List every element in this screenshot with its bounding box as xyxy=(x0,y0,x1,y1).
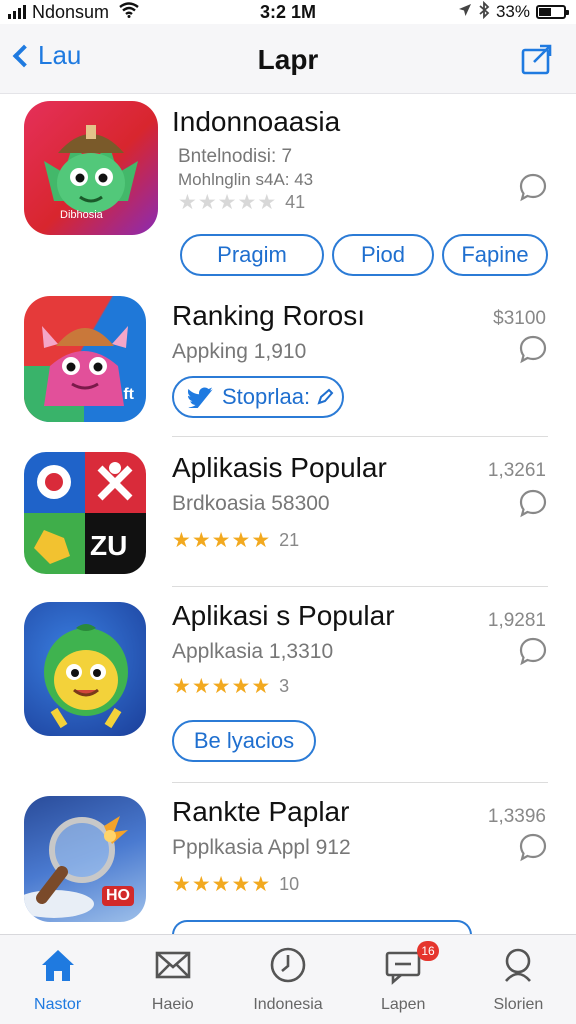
app-icon-monster[interactable]: Dibhosia xyxy=(24,101,158,235)
chat-bubble-icon[interactable] xyxy=(518,488,548,518)
list-item[interactable]: Dibhosia Indonnoaasia Bntelnodisi: 7 Moh… xyxy=(0,94,576,284)
app-list[interactable]: Dibhosia Indonnoaasia Bntelnodisi: 7 Moh… xyxy=(0,94,576,934)
share-icon[interactable] xyxy=(520,42,554,76)
tab-label: Indonesia xyxy=(253,996,323,1013)
tab-haeio[interactable]: Haeio xyxy=(115,935,230,1024)
app-subtitle: Bntelnodisi: 7 xyxy=(178,146,293,167)
list-item[interactable]: ft Ranking Rorosı Appking 1,910 $3100 St… xyxy=(0,290,576,440)
navigation-bar: Lau Lapr xyxy=(0,24,576,94)
rating-stars: ★ ★ ★ ★ ★ 10 xyxy=(172,873,300,896)
price-label: 1,3261 xyxy=(487,460,546,481)
notification-badge: 16 xyxy=(417,941,440,961)
tab-slorien[interactable]: Slorien xyxy=(461,935,576,1024)
rating-stars: ★ ★ ★ ★ ★ 21 xyxy=(172,529,300,552)
tab-lapen[interactable]: 16 Lapen xyxy=(346,935,461,1024)
tab-label: Haeio xyxy=(151,996,194,1013)
piod-button[interactable]: Piod xyxy=(332,234,434,276)
row-divider xyxy=(172,782,548,783)
icon-caption: ft xyxy=(123,386,134,403)
app-icon-grid[interactable]: ZU xyxy=(24,452,146,574)
tab-bar: Nastor Haeio Indonesia 16 Lapen Slorien xyxy=(0,934,576,1024)
partial-button[interactable] xyxy=(172,920,472,934)
app-name[interactable]: Ranking Rorosı xyxy=(172,300,365,332)
app-name[interactable]: Rankte Paplar xyxy=(172,796,349,828)
icon-caption: ZU xyxy=(90,530,128,561)
chat-bubble-icon[interactable] xyxy=(518,172,548,202)
rating-count: 21 xyxy=(279,530,300,550)
share-twitter-button[interactable]: Stoprlaa: xyxy=(172,376,344,418)
page-title: Lapr xyxy=(257,44,319,75)
app-icon-magnifier[interactable]: HO xyxy=(24,796,146,922)
signal-icon xyxy=(8,5,26,19)
search-icon xyxy=(498,945,538,990)
carrier-name: Ndonsum xyxy=(32,1,110,22)
rating-stars: ★ ★ ★ ★ ★ 3 xyxy=(172,675,290,698)
icon-caption: HO xyxy=(102,886,134,906)
chat-bubble-icon[interactable] xyxy=(518,832,548,862)
rating-stars: ★ ★ ★ ★ ★ 41 xyxy=(178,191,306,214)
tab-label: Slorien xyxy=(493,996,544,1013)
app-subtitle: Appking 1,910 xyxy=(172,340,307,363)
status-time: 3:2 1M xyxy=(259,1,317,22)
row-divider xyxy=(172,436,548,437)
app-meta: Mohlnglin s4A: 43 xyxy=(178,170,314,189)
tab-indonesia[interactable]: Indonesia xyxy=(230,935,345,1024)
app-icon-pink-creature[interactable]: ft xyxy=(24,296,146,422)
price-label: 1,9281 xyxy=(487,610,546,631)
location-icon xyxy=(458,2,472,22)
app-name[interactable]: Indonnoaasia xyxy=(172,106,340,138)
bluetooth-icon xyxy=(478,0,490,24)
mail-icon xyxy=(153,945,193,990)
rating-count: 10 xyxy=(279,874,300,894)
chat-bubble-icon[interactable] xyxy=(518,636,548,666)
tab-nastor[interactable]: Nastor xyxy=(0,935,115,1024)
row-divider xyxy=(172,586,548,587)
app-subtitle: Applkasia 1,3310 xyxy=(172,640,334,663)
battery-percent: 33% xyxy=(495,2,530,21)
rating-count: 3 xyxy=(279,676,290,696)
app-subtitle: Ppplkasia Appl 912 xyxy=(172,836,351,859)
bird-icon xyxy=(188,386,214,408)
icon-caption: Dibhosia xyxy=(60,209,103,221)
list-item[interactable]: HO Rankte Paplar Ppplkasia Appl 912 1,33… xyxy=(0,786,576,934)
pencil-icon xyxy=(316,388,334,406)
app-icon-green-creature[interactable] xyxy=(24,602,146,736)
list-item[interactable]: ZU Aplikasis Popular Brdkoasia 58300 1,3… xyxy=(0,440,576,590)
fapine-button[interactable]: Fapine xyxy=(442,234,548,276)
share-button-label: Stoprlaa: xyxy=(222,384,311,409)
clock-icon xyxy=(268,945,308,990)
price-label: $3100 xyxy=(493,308,546,329)
tab-label: Lapen xyxy=(380,996,426,1013)
list-item[interactable]: Aplikasi s Popular Applkasia 1,3310 1,92… xyxy=(0,590,576,786)
battery-icon xyxy=(536,5,569,19)
tab-label: Nastor xyxy=(34,996,82,1013)
wifi-icon xyxy=(119,1,139,23)
rating-count: 41 xyxy=(285,192,306,212)
status-bar: Ndonsum 3:2 1M 33% xyxy=(0,0,576,24)
app-name[interactable]: Aplikasis Popular xyxy=(172,452,387,484)
app-name[interactable]: Aplikasi s Popular xyxy=(172,600,395,632)
app-subtitle: Brdkoasia 58300 xyxy=(172,492,330,515)
chat-bubble-icon[interactable] xyxy=(518,334,548,364)
price-label: 1,3396 xyxy=(487,806,546,827)
home-icon xyxy=(38,945,78,990)
be-lyacios-button[interactable]: Be lyacios xyxy=(172,720,316,762)
pragim-button[interactable]: Pragim xyxy=(180,234,324,276)
